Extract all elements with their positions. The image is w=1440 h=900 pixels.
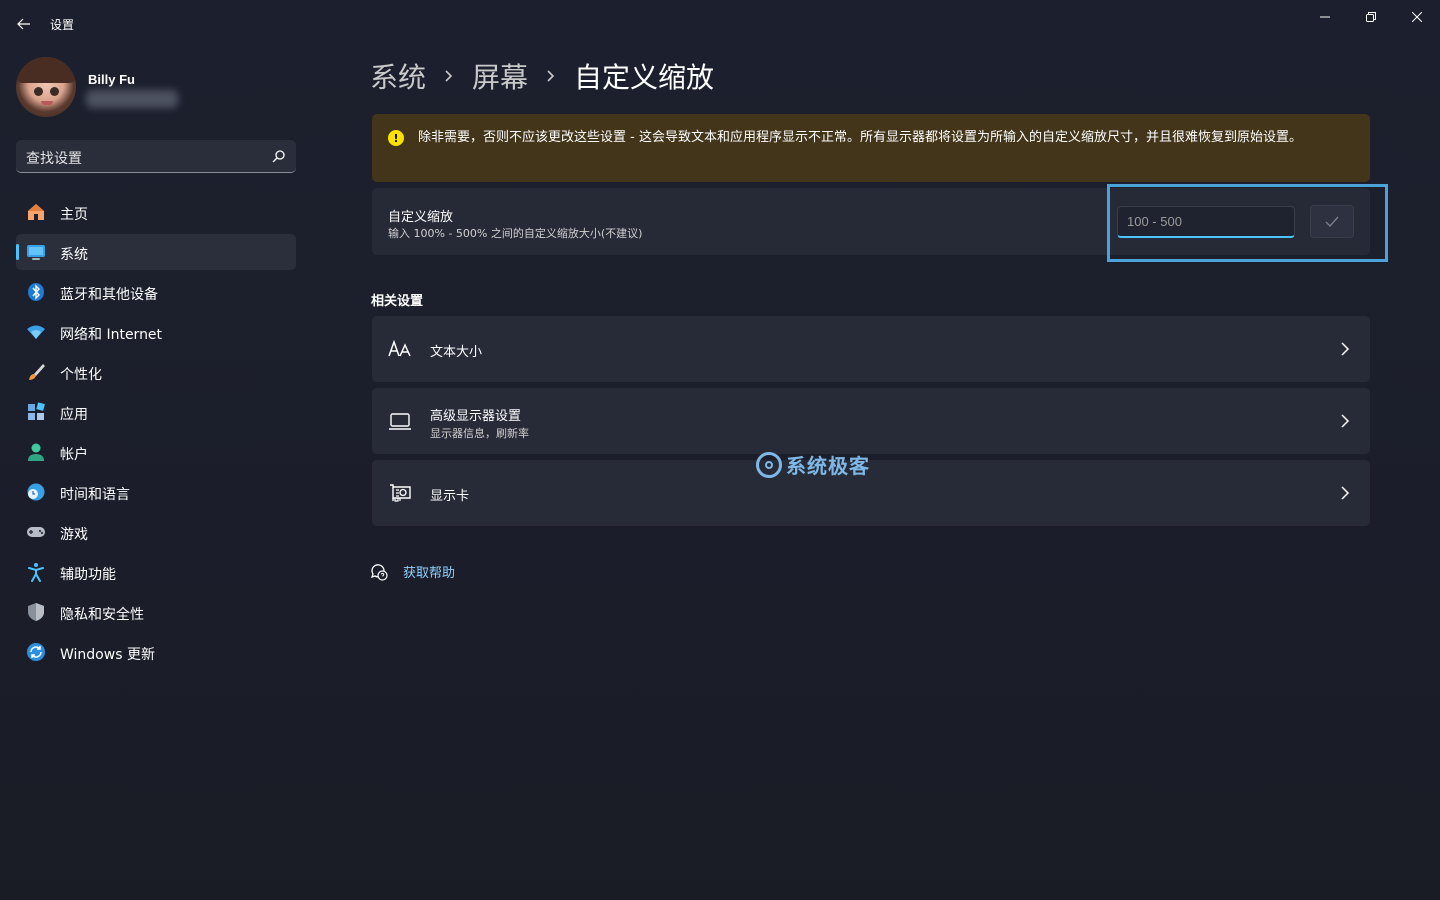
sidebar-item-personalization[interactable]: 个性化 [16, 354, 296, 390]
help-chat-icon [370, 563, 388, 581]
bluetooth-icon [28, 283, 44, 301]
highlight-annotation-box [1107, 184, 1388, 262]
wifi-icon [27, 325, 45, 339]
chevron-right-icon [546, 69, 556, 83]
restore-icon [1366, 12, 1376, 22]
system-monitor-icon [27, 245, 45, 260]
sidebar-item-system[interactable]: 系统 [16, 234, 296, 270]
sidebar-item-bluetooth[interactable]: 蓝牙和其他设备 [16, 274, 296, 310]
sidebar-nav: 主页 系统 蓝牙和其他设备 网络和 Internet 个性化 应用 帐户 时间和… [16, 194, 296, 674]
shield-icon [28, 603, 44, 621]
get-help-label: 获取帮助 [403, 566, 456, 581]
breadcrumb-item-display[interactable]: 屏幕 [472, 56, 528, 96]
custom-scaling-subtitle: 输入 100% - 500% 之间的自定义缩放大小(不建议) [388, 227, 643, 240]
sidebar-item-label: 应用 [60, 407, 88, 423]
chevron-right-icon [1341, 486, 1350, 500]
related-settings-heading: 相关设置 [371, 294, 424, 309]
close-button[interactable] [1394, 4, 1440, 30]
sidebar-item-label: 蓝牙和其他设备 [60, 287, 158, 303]
related-item-text-size[interactable]: 文本大小 [372, 316, 1370, 382]
user-profile[interactable]: Billy Fu [16, 57, 296, 119]
chevron-right-icon [1341, 342, 1350, 356]
back-arrow-icon [17, 18, 30, 30]
sidebar-item-privacy[interactable]: 隐私和安全性 [16, 594, 296, 630]
sidebar-item-apps[interactable]: 应用 [16, 394, 296, 430]
chevron-right-icon [1341, 414, 1350, 428]
related-item-title: 显示卡 [430, 489, 470, 504]
warning-infobar: ! 除非需要，否则不应该更改这些设置 - 这会导致文本和应用程序显示不正常。所有… [372, 114, 1370, 182]
globe-clock-icon [27, 483, 45, 501]
app-title: 设置 [50, 18, 75, 32]
sidebar-item-label: 时间和语言 [60, 487, 130, 503]
sidebar-item-gaming[interactable]: 游戏 [16, 514, 296, 550]
sidebar-item-label: 主页 [60, 207, 88, 223]
warning-text: 除非需要，否则不应该更改这些设置 - 这会导致文本和应用程序显示不正常。所有显示… [418, 130, 1302, 145]
sidebar-item-label: 系统 [60, 247, 88, 263]
related-item-graphics[interactable]: 显示卡 [372, 460, 1370, 526]
sidebar-item-label: 帐户 [60, 447, 88, 463]
minimize-button[interactable] [1302, 4, 1348, 30]
avatar [16, 57, 76, 117]
sidebar-item-network[interactable]: 网络和 Internet [16, 314, 296, 350]
sidebar-item-windows-update[interactable]: Windows 更新 [16, 634, 296, 670]
graphics-card-icon [390, 484, 411, 502]
warning-icon: ! [388, 130, 404, 146]
related-item-subtitle: 显示器信息，刷新率 [430, 427, 529, 440]
breadcrumb: 系统 屏幕 自定义缩放 [370, 56, 714, 96]
profile-name: Billy Fu [88, 72, 135, 87]
sidebar-item-home[interactable]: 主页 [16, 194, 296, 230]
update-icon [27, 643, 45, 661]
laptop-icon [389, 413, 411, 430]
settings-window: 设置 Billy Fu 查找设置 主页 系统 蓝牙和其他设备 网络和 Inter… [0, 0, 1440, 900]
back-button[interactable] [12, 12, 36, 36]
search-icon [272, 150, 285, 163]
related-item-title: 文本大小 [430, 345, 483, 360]
breadcrumb-item-system[interactable]: 系统 [370, 56, 426, 96]
minimize-icon [1320, 16, 1330, 18]
sidebar-item-label: 游戏 [60, 527, 88, 543]
apps-icon [28, 402, 45, 420]
accessibility-icon [28, 563, 44, 582]
custom-scaling-title: 自定义缩放 [388, 210, 454, 225]
page-title: 自定义缩放 [574, 61, 715, 94]
account-icon [28, 443, 44, 461]
sidebar-item-label: 网络和 Internet [60, 327, 163, 343]
home-icon [28, 204, 44, 220]
watermark-text: 系统极客 [786, 454, 870, 478]
related-item-title: 高级显示器设置 [430, 409, 522, 424]
brush-icon [29, 364, 45, 380]
profile-email-blurred [86, 90, 178, 108]
watermark: 系统极客 [756, 450, 870, 479]
title-bar: 设置 [0, 0, 1440, 48]
close-icon [1412, 12, 1422, 22]
get-help-link[interactable]: 获取帮助 [370, 562, 455, 581]
sidebar-item-time-language[interactable]: 时间和语言 [16, 474, 296, 510]
sidebar-item-accounts[interactable]: 帐户 [16, 434, 296, 470]
sidebar-item-label: 辅助功能 [60, 567, 116, 583]
related-item-advanced-display[interactable]: 高级显示器设置 显示器信息，刷新率 [372, 388, 1370, 454]
chevron-right-icon [444, 69, 454, 83]
sidebar-item-accessibility[interactable]: 辅助功能 [16, 554, 296, 590]
sidebar-item-label: Windows 更新 [60, 647, 155, 663]
gamepad-icon [27, 527, 45, 537]
sidebar-item-label: 个性化 [60, 367, 102, 383]
text-size-icon [388, 339, 411, 357]
restore-button[interactable] [1348, 4, 1394, 30]
sidebar-item-label: 隐私和安全性 [60, 607, 144, 623]
search-input[interactable]: 查找设置 [16, 140, 296, 173]
search-placeholder: 查找设置 [26, 151, 82, 167]
watermark-logo-icon [756, 451, 782, 478]
